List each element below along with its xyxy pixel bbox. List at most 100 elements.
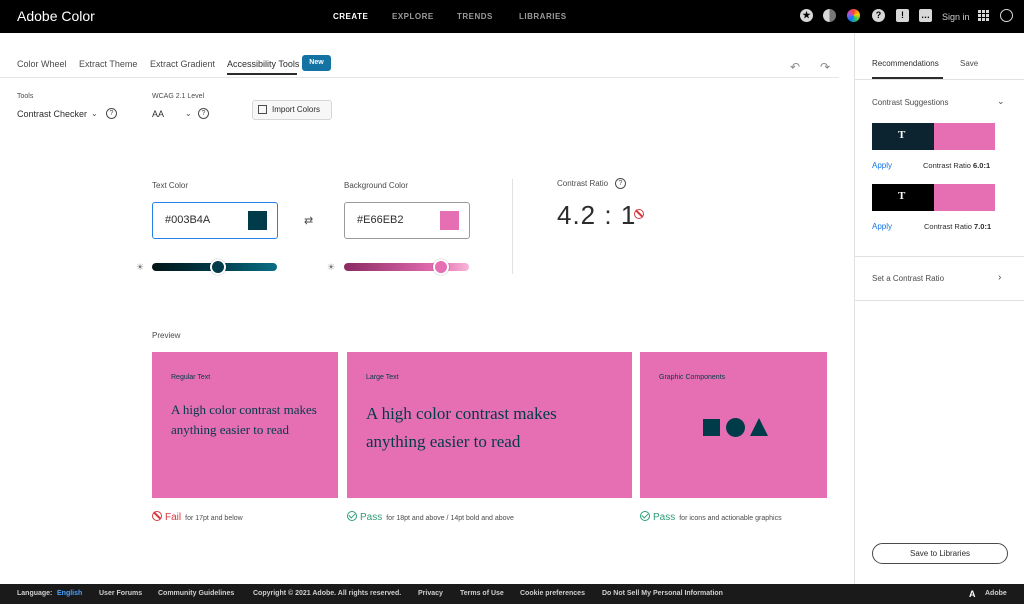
footer-copyright: Copyright © 2021 Adobe. All rights reser…: [253, 590, 402, 597]
triangle-shape: [750, 418, 768, 436]
sign-in-link[interactable]: Sign in: [942, 12, 970, 22]
tab-color-wheel[interactable]: Color Wheel: [17, 59, 67, 69]
chat-icon[interactable]: …: [919, 9, 932, 22]
save-to-libraries-button[interactable]: Save to Libraries: [872, 543, 1008, 564]
text-color-swatch[interactable]: [248, 211, 267, 230]
card-title: Graphic Components: [659, 374, 726, 381]
ratio-label: Contrast Ratio: [923, 161, 971, 170]
tab-divider: [0, 77, 839, 78]
footer-link-do-not-sell[interactable]: Do Not Sell My Personal Information: [602, 590, 723, 597]
text-brightness-handle[interactable]: [210, 259, 226, 275]
creative-cloud-icon[interactable]: [1000, 9, 1013, 22]
apps-grid-icon[interactable]: [978, 10, 989, 21]
language-label: Language:: [17, 590, 53, 597]
large-text-result: Pass for 18pt and above / 14pt bold and a…: [347, 511, 514, 523]
suggestion-text-color: T: [872, 123, 934, 150]
adobe-logo-icon[interactable]: A: [969, 589, 979, 599]
regular-text-sample: A high color contrast makes anything eas…: [171, 402, 317, 437]
footer-link-user-forums[interactable]: User Forums: [99, 590, 142, 597]
nav-trends[interactable]: TRENDS: [457, 12, 493, 21]
redo-icon[interactable]: ↷: [820, 60, 830, 74]
footer-link-cookie-preferences[interactable]: Cookie preferences: [520, 590, 585, 597]
footer-adobe[interactable]: Adobe: [985, 590, 1007, 597]
result-note: for icons and actionable graphics: [679, 515, 782, 522]
chevron-right-icon[interactable]: ›: [998, 272, 1001, 283]
result-status: Fail: [165, 512, 182, 523]
set-contrast-ratio[interactable]: Set a Contrast Ratio: [872, 274, 944, 283]
background-color-swatch[interactable]: [440, 211, 459, 230]
help-icon[interactable]: ?: [198, 108, 209, 119]
suggestion-letter: T: [898, 129, 906, 141]
ratio-value: 6.0:1: [973, 161, 991, 170]
graphic-components-card: Graphic Components: [640, 352, 827, 498]
tool-select[interactable]: Contrast Checker: [17, 109, 87, 119]
footer-link-community-guidelines[interactable]: Community Guidelines: [158, 590, 234, 597]
swap-colors-icon[interactable]: ⇄: [304, 214, 313, 227]
brightness-icon: ☀: [136, 262, 145, 272]
panel-divider: [855, 79, 1024, 80]
text-color-hex[interactable]: #003B4A: [165, 214, 210, 226]
import-colors-label: Import Colors: [272, 105, 321, 114]
regular-text-result: Fail for 17pt and below: [152, 511, 243, 523]
chevron-down-icon[interactable]: ⌄: [997, 96, 1005, 107]
language-selector[interactable]: English: [57, 590, 82, 597]
suggestion-swatch: T: [872, 123, 995, 150]
color-wheel-icon[interactable]: [847, 9, 860, 22]
footer-link-terms[interactable]: Terms of Use: [460, 590, 504, 597]
background-color-hex[interactable]: #E66EB2: [357, 214, 403, 226]
suggestion-background-color: [934, 184, 995, 211]
panel-divider: [855, 300, 1024, 301]
card-title: Regular Text: [171, 374, 211, 381]
contrast-theme-icon[interactable]: [823, 9, 836, 22]
top-navigation-bar: Adobe Color CREATE EXPLORE TRENDS LIBRAR…: [0, 0, 1024, 33]
contrast-suggestions-label[interactable]: Contrast Suggestions: [872, 98, 949, 107]
ratio-value: 7.0:1: [974, 222, 992, 231]
help-icon[interactable]: ?: [615, 178, 626, 189]
background-color-input[interactable]: #E66EB2: [344, 202, 470, 239]
text-color-input[interactable]: #003B4A: [152, 202, 278, 239]
preview-title: Preview: [152, 331, 181, 340]
chevron-down-icon[interactable]: ⌄: [185, 109, 192, 118]
text-color-label: Text Color: [152, 181, 189, 190]
background-brightness-slider[interactable]: [344, 263, 469, 271]
help-icon[interactable]: ?: [106, 108, 117, 119]
result-status: Pass: [360, 512, 383, 523]
large-text-card: Large Text A high color contrast makes a…: [347, 352, 632, 498]
apply-link[interactable]: Apply: [872, 222, 892, 231]
graphic-components-result: Pass for icons and actionable graphics: [640, 511, 782, 523]
import-icon: [258, 105, 267, 114]
help-icon[interactable]: ?: [872, 9, 885, 22]
suggestion-ratio: Contrast Ratio 7.0:1: [924, 222, 991, 231]
apply-link[interactable]: Apply: [872, 161, 892, 170]
result-status: Pass: [653, 512, 676, 523]
square-shape: [703, 419, 720, 436]
fail-icon: [152, 511, 162, 521]
tab-accessibility-tools[interactable]: Accessibility Tools: [227, 59, 299, 69]
footer-link-privacy[interactable]: Privacy: [418, 590, 443, 597]
active-tab-indicator: [227, 73, 297, 75]
circle-shape: [726, 418, 745, 437]
suggestion-swatch: T: [872, 184, 995, 211]
star-icon[interactable]: ★: [800, 9, 813, 22]
new-badge: New: [302, 55, 331, 71]
nav-explore[interactable]: EXPLORE: [392, 12, 434, 21]
background-brightness-handle[interactable]: [433, 259, 449, 275]
app-title[interactable]: Adobe Color: [17, 8, 95, 24]
recommendations-panel: [854, 33, 1024, 584]
background-color-label: Background Color: [344, 181, 409, 190]
nav-create[interactable]: CREATE: [333, 12, 368, 21]
tab-save[interactable]: Save: [960, 59, 978, 68]
chevron-down-icon[interactable]: ⌄: [91, 109, 98, 118]
tab-extract-gradient[interactable]: Extract Gradient: [150, 59, 215, 69]
section-divider: [512, 179, 513, 274]
suggestion-text-color: T: [872, 184, 934, 211]
ratio-label: Contrast Ratio: [924, 222, 972, 231]
wcag-select[interactable]: AA: [152, 109, 164, 119]
import-colors-button[interactable]: Import Colors: [252, 100, 332, 120]
nav-libraries[interactable]: LIBRARIES: [519, 12, 567, 21]
suggestion-background-color: [934, 123, 995, 150]
undo-icon[interactable]: ↶: [790, 60, 800, 74]
tab-extract-theme[interactable]: Extract Theme: [79, 59, 137, 69]
feedback-icon[interactable]: !: [896, 9, 909, 22]
tab-recommendations[interactable]: Recommendations: [872, 59, 939, 68]
